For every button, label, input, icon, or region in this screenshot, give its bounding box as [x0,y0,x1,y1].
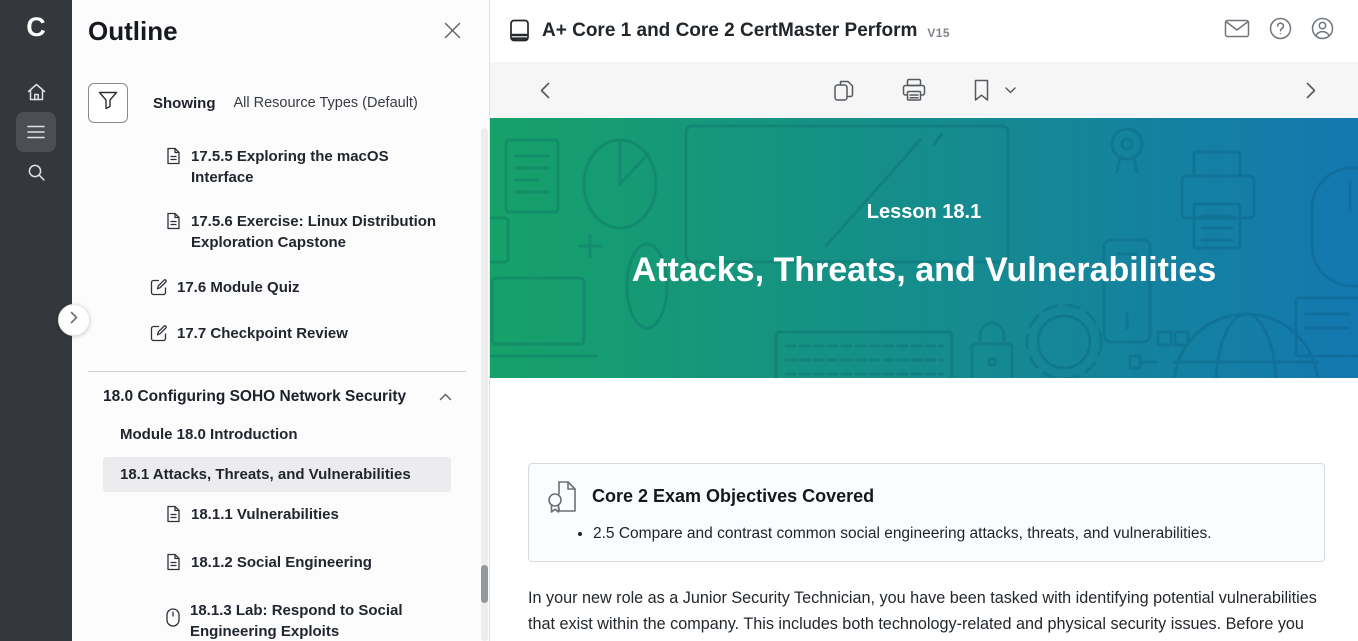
outline-item-17-6[interactable]: 17.6 Module Quiz [72,267,482,311]
account-button[interactable] [1311,17,1334,45]
outline-item-17-5-6[interactable]: 17.5.6 Exercise: Linux Distribution Expl… [72,201,482,263]
quiz-icon [150,324,168,347]
close-icon [444,22,461,44]
home-icon [26,82,47,102]
outline-divider [88,371,466,372]
lesson-body: Core 2 Exam Objectives Covered 2.5 Compa… [490,378,1358,641]
outline-menu-button[interactable] [16,112,56,152]
outline-section-18-0[interactable]: 18.0 Configuring SOHO Network Security [72,380,482,414]
close-outline-button[interactable] [441,22,463,44]
chevron-down-icon [1005,86,1016,94]
bookmark-icon [973,79,990,102]
course-title: A+ Core 1 and Core 2 CertMaster Perform [542,20,918,41]
mail-icon [1224,19,1250,43]
outline-scrollbar-thumb[interactable] [481,565,488,603]
menu-icon [27,125,45,139]
filter-value[interactable]: All Resource Types (Default) [234,95,418,111]
document-icon [166,212,181,235]
exam-objective-item: 2.5 Compare and contrast common social e… [593,523,1304,545]
certificate-icon [547,479,578,514]
outline-item-17-5-5[interactable]: 17.5.5 Exploring the macOS Interface [72,136,482,198]
messages-button[interactable] [1224,19,1250,43]
chevron-up-icon[interactable] [439,388,452,406]
outline-item-18-1-2[interactable]: 18.1.2 Social Engineering [72,542,482,586]
document-icon [166,553,181,576]
outline-item-18-1-3[interactable]: 18.1.3 Lab: Respond to Social Engineerin… [72,590,482,641]
chevron-right-icon [70,311,78,329]
filter-showing-label: Showing [153,94,216,112]
copy-button[interactable] [832,78,855,103]
app-window: C Outline Showing All Resource Types (De… [0,0,1358,641]
tech-pattern-decoration [490,124,1358,378]
account-icon [1311,17,1334,45]
resource-filter-row: Showing All Resource Types (Default) [88,83,418,123]
outline-item-module-intro[interactable]: Module 18.0 Introduction [72,414,482,455]
filter-button[interactable] [88,83,128,123]
outline-item-17-7[interactable]: 17.7 Checkpoint Review [72,313,482,357]
outline-panel-title: Outline [88,16,178,46]
document-icon [166,147,181,170]
copy-icon [832,78,855,103]
filter-funnel-icon [98,91,118,115]
document-icon [166,505,181,528]
lesson-title: Attacks, Threats, and Vulnerabilities [631,251,1217,289]
course-version-badge: V15 [927,26,950,40]
main-content-area: A+ Core 1 and Core 2 CertMaster Perform … [490,0,1358,641]
exam-objectives-box: Core 2 Exam Objectives Covered 2.5 Compa… [528,463,1325,562]
search-icon [27,163,46,182]
lesson-toolbar [490,62,1358,118]
outline-panel: Outline Showing All Resource Types (Defa… [72,0,490,641]
comptia-logo: C [26,12,46,42]
mouse-icon [166,608,180,632]
lesson-hero-banner: Lesson 18.1 Attacks, Threats, and Vulner… [490,118,1358,378]
bookmark-button[interactable] [973,79,990,102]
course-book-icon [508,19,531,43]
outline-list: 17.5.5 Exploring the macOS Interface 17.… [72,136,482,641]
help-icon [1269,17,1292,45]
outline-item-18-1-1[interactable]: 18.1.1 Vulnerabilities [72,494,482,538]
home-button[interactable] [16,72,56,112]
bookmark-menu-button[interactable] [1005,86,1016,94]
exam-objectives-title: Core 2 Exam Objectives Covered [592,486,875,506]
search-button[interactable] [16,152,56,192]
lesson-number: Lesson 18.1 [866,201,982,223]
exam-objectives-list: 2.5 Compare and contrast common social e… [547,523,1304,545]
panel-expand-button[interactable] [58,304,90,336]
chevron-right-icon [1306,82,1316,103]
help-button[interactable] [1269,17,1292,45]
outline-item-18-1-selected[interactable]: 18.1 Attacks, Threats, and Vulnerabiliti… [103,457,451,492]
next-page-button[interactable] [1306,82,1316,104]
print-button[interactable] [901,78,927,102]
quiz-icon [150,278,168,301]
course-header: A+ Core 1 and Core 2 CertMaster Perform … [490,0,1358,62]
printer-icon [901,78,927,102]
lesson-intro-paragraph: In your new role as a Junior Security Te… [528,589,1317,633]
